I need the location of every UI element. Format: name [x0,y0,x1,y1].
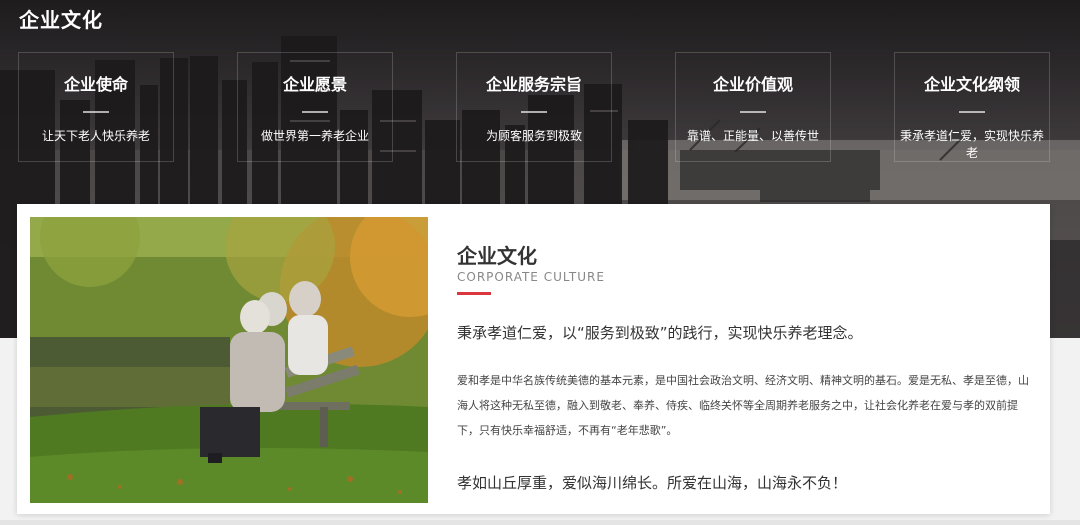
body-paragraph: 爱和孝是中华名族传统美德的基本元素，是中国社会政治文明、经济文明、精神文明的基石… [457,374,1029,437]
closing-paragraph: 孝如山丘厚重，爱似海川绵长。所爱在山海，山海永不负！ [457,474,848,492]
value-title: 企业价值观 [712,75,793,94]
culture-text-area: 企业文化 CORPORATE CULTURE 秉承孝道仁爱，以“服务到极致”的践… [457,204,1037,514]
lead-paragraph: 秉承孝道仁爱，以“服务到极致”的践行，实现快乐养老理念。 [457,324,863,342]
section-title: 企业文化 [457,244,537,268]
value-title: 企业使命 [63,75,128,94]
accent-bar [457,292,491,295]
section-subtitle: CORPORATE CULTURE [457,270,605,284]
divider [302,111,328,113]
value-title: 企业愿景 [282,75,347,94]
value-card-values[interactable]: 企业价值观 靠谱、正能量、以善传世 [675,52,831,162]
value-text: 靠谱、正能量、以善传世 [686,129,819,143]
page-title: 企业文化 [19,8,103,32]
culture-card: 企业文化 CORPORATE CULTURE 秉承孝道仁爱，以“服务到极致”的践… [17,204,1050,514]
value-title: 企业文化纲领 [923,75,1020,94]
value-title: 企业服务宗旨 [485,75,582,94]
bottom-strip [0,520,1080,525]
divider [83,111,109,113]
values-row: 企业使命 让天下老人快乐养老 企业愿景 做世界第一养老企业 企业服务宗旨 为顾客… [18,52,1050,162]
value-card-mission[interactable]: 企业使命 让天下老人快乐养老 [18,52,174,162]
value-text: 做世界第一养老企业 [260,129,369,143]
divider [740,111,766,113]
elderly-couple-photo [30,217,428,503]
value-text: 为顾客服务到极致 [485,129,582,143]
park-bench-illustration [30,217,428,503]
value-text: 让天下老人快乐养老 [41,129,150,143]
divider [521,111,547,113]
value-text: 秉承孝道仁爱，实现快乐养老 [899,129,1044,160]
value-card-culture-principle[interactable]: 企业文化纲领 秉承孝道仁爱，实现快乐养老 [894,52,1050,162]
value-card-service-purpose[interactable]: 企业服务宗旨 为顾客服务到极致 [456,52,612,162]
value-card-vision[interactable]: 企业愿景 做世界第一养老企业 [237,52,393,162]
divider [959,111,985,113]
